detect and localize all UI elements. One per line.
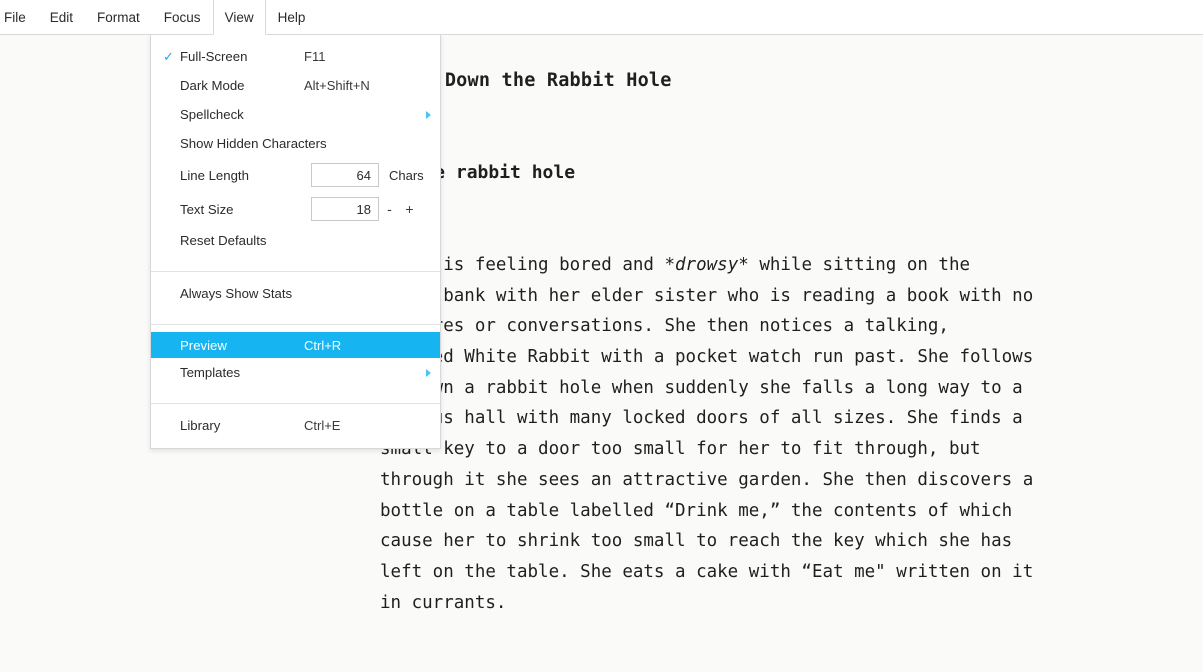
menu-item-templates[interactable]: Templates: [151, 358, 440, 387]
menu-item-preview-accelerator: Ctrl+R: [304, 337, 342, 353]
menu-item-text-size-label: Text Size: [180, 201, 234, 217]
menubar-item-help[interactable]: Help: [266, 0, 318, 35]
menu-item-always-show-stats[interactable]: Always Show Stats: [151, 279, 440, 308]
menu-item-templates-label: Templates: [180, 365, 241, 380]
menu-item-preview-label: Preview: [180, 337, 227, 353]
menu-spacing: [151, 387, 440, 396]
chevron-right-icon: [426, 110, 431, 119]
menu-item-spellcheck-label: Spellcheck: [180, 107, 244, 122]
paragraph-1-emphasis-drowsy: *drowsy*: [664, 254, 749, 275]
document-heading-1: # Down the Rabbit Hole: [422, 69, 672, 91]
menubar-item-focus[interactable]: Focus: [152, 0, 213, 35]
menu-spacing: [151, 308, 440, 317]
menubar-item-edit[interactable]: Edit: [38, 0, 85, 35]
menu-item-library-accelerator: Ctrl+E: [304, 418, 341, 433]
line-length-unit-label: Chars: [389, 167, 424, 183]
menu-separator-1: [151, 271, 440, 272]
menu-separator-3: [151, 403, 440, 404]
menu-item-line-length: Line Length Chars: [151, 158, 440, 192]
menu-item-full-screen-label: Full-Screen: [180, 49, 248, 64]
text-size-decrease-button[interactable]: -: [383, 201, 396, 217]
view-dropdown-menu: ✓ Full-Screen F11 Dark Mode Alt+Shift+N …: [150, 34, 441, 449]
text-size-increase-button[interactable]: +: [403, 201, 416, 217]
menu-item-library-label: Library: [180, 418, 221, 433]
menu-item-show-hidden-characters-label: Show Hidden Characters: [180, 136, 327, 151]
menu-item-dark-mode[interactable]: Dark Mode Alt+Shift+N: [151, 71, 440, 100]
menu-item-full-screen-accelerator: F11: [304, 49, 326, 64]
document-paragraph-1: Alice is feeling bored and *drowsy* whil…: [380, 250, 1180, 618]
text-size-input[interactable]: [311, 197, 379, 221]
menubar-item-format[interactable]: Format: [85, 0, 152, 35]
menu-item-reset-defaults[interactable]: Reset Defaults: [151, 226, 440, 255]
document-text[interactable]: # Down the Rabbit Hole ## the rabbit hol…: [380, 35, 1180, 672]
menu-item-dark-mode-accelerator: Alt+Shift+N: [304, 78, 370, 93]
checkmark-icon: ✓: [163, 49, 174, 64]
line-length-input[interactable]: [311, 163, 379, 187]
menubar-item-file[interactable]: File: [0, 0, 38, 35]
menu-item-show-hidden-characters[interactable]: Show Hidden Characters: [151, 129, 440, 158]
paragraph-1-text-post: while sitting on the river bank with her…: [380, 254, 1034, 613]
menu-item-library[interactable]: Library Ctrl+E: [151, 411, 440, 440]
menu-item-reset-defaults-label: Reset Defaults: [180, 233, 267, 248]
menubar-item-view[interactable]: View: [212, 0, 266, 35]
menu-separator-2: [151, 324, 440, 325]
menu-item-preview[interactable]: Preview Ctrl+R: [151, 332, 440, 358]
menu-spacing: [151, 255, 440, 264]
menu-item-dark-mode-label: Dark Mode: [180, 78, 245, 93]
menu-item-full-screen[interactable]: ✓ Full-Screen F11: [151, 42, 440, 71]
chevron-right-icon: [426, 368, 431, 377]
menu-item-spellcheck[interactable]: Spellcheck: [151, 100, 440, 129]
menu-item-text-size: Text Size - +: [151, 192, 440, 226]
menu-bar: File Edit Format Focus View Help: [0, 0, 1203, 35]
menu-item-line-length-label: Line Length: [180, 167, 249, 183]
menu-item-always-show-stats-label: Always Show Stats: [180, 286, 293, 301]
